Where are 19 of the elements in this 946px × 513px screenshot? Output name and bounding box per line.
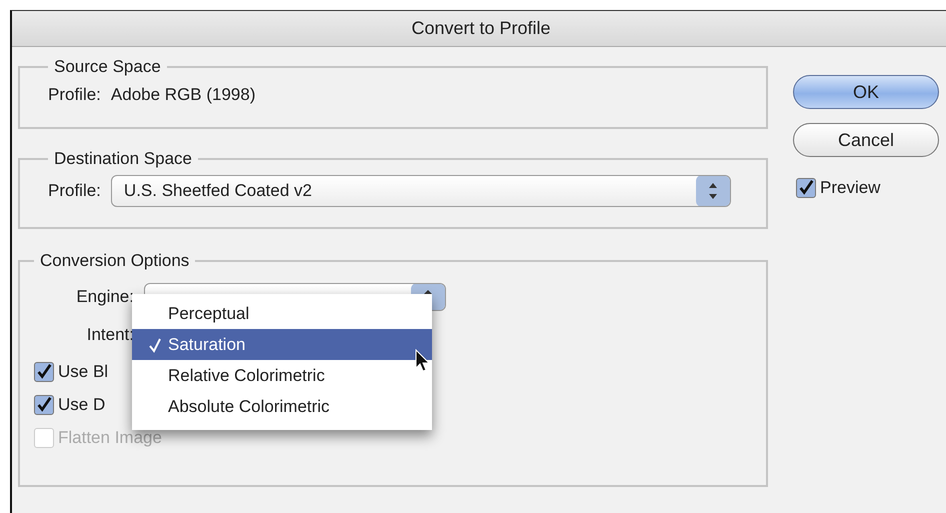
window-title: Convert to Profile bbox=[411, 18, 551, 39]
field-label: Intent: bbox=[86, 325, 134, 345]
dialog-button[interactable]: OK bbox=[793, 75, 939, 109]
profile-dropdown[interactable]: U.S. Sheetfed Coated v2 bbox=[110, 175, 731, 207]
group-title: Source Space bbox=[53, 57, 162, 77]
menu-item[interactable]: Absolute Colorimetric bbox=[132, 391, 432, 422]
group-title: Destination Space bbox=[53, 149, 193, 169]
checkbox-label: Preview bbox=[820, 178, 880, 198]
checkbox-label: Use Bl bbox=[58, 362, 108, 382]
field-label: Engine: bbox=[75, 287, 134, 307]
menu-item[interactable]: Perceptual bbox=[132, 298, 432, 329]
field-label: Profile: bbox=[48, 181, 101, 201]
dialog-button[interactable]: Cancel bbox=[793, 123, 939, 157]
group-title: Conversion Options bbox=[39, 251, 190, 271]
field-label: Profile: bbox=[48, 85, 101, 105]
checkbox-label: Use D bbox=[58, 394, 106, 414]
profile-value: Adobe RGB (1998) bbox=[110, 85, 256, 105]
menu-item[interactable]: Saturation bbox=[132, 329, 432, 360]
menu-item[interactable]: Relative Colorimetric bbox=[132, 360, 432, 391]
